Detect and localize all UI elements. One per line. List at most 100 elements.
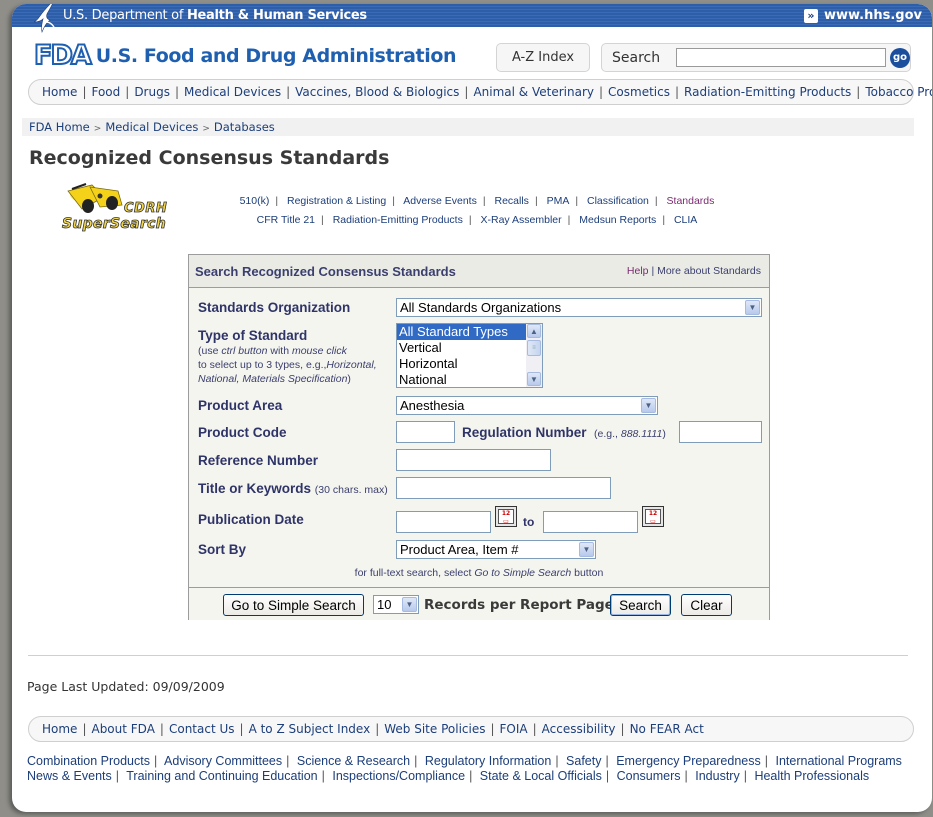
standards-org-select[interactable]: All Standards Organizations ▼	[396, 298, 762, 317]
scroll-up-icon[interactable]: ▲	[527, 324, 541, 338]
regulation-number-hint: (e.g., 888.1111)	[594, 427, 666, 441]
bottom-link[interactable]: Combination Products	[27, 754, 150, 768]
bottom-link[interactable]: Consumers	[617, 769, 681, 783]
cdrh-link-xray-assembler[interactable]: X-Ray Assembler	[481, 214, 562, 226]
sort-by-select[interactable]: Product Area, Item # ▼	[396, 540, 596, 559]
bottom-link[interactable]: State & Local Officials	[480, 769, 602, 783]
cdrh-link-medsun-reports[interactable]: Medsun Reports	[579, 214, 656, 226]
breadcrumb-databases[interactable]: Databases	[214, 120, 275, 134]
listbox-scrollbar[interactable]: ▲ ≡ ▼	[526, 324, 542, 387]
more-about-standards-link[interactable]: More about Standards	[657, 265, 761, 277]
fda-logo[interactable]: FDA U.S. Food and Drug Administration	[33, 40, 457, 71]
chevron-down-icon: ▼	[641, 398, 656, 413]
date-to-label: to	[523, 515, 535, 529]
az-index-button[interactable]: A-Z Index	[496, 43, 590, 72]
cdrh-link-radiation-emitting[interactable]: Radiation-Emitting Products	[333, 214, 463, 226]
cdrh-link-cfr-title-21[interactable]: CFR Title 21	[257, 214, 315, 226]
scroll-thumb[interactable]: ≡	[527, 340, 541, 356]
fda-logo-mark: FDA	[33, 40, 93, 71]
nav-item-vaccines[interactable]: Vaccines, Blood & Biologics	[295, 85, 459, 99]
bottom-links-row-2: News & Events | Training and Continuing E…	[27, 769, 917, 784]
nav-item-tobacco[interactable]: Tobacco Products	[865, 85, 932, 99]
footer-link-web-site-policies[interactable]: Web Site Policies	[384, 722, 485, 736]
bottom-link[interactable]: Emergency Preparedness	[616, 754, 761, 768]
calendar-icon[interactable]: 12 ▭	[642, 506, 664, 527]
footer-link-home[interactable]: Home	[42, 722, 77, 736]
link-separator: |	[654, 195, 658, 207]
go-to-simple-search-button[interactable]: Go to Simple Search	[223, 594, 364, 616]
note-text: ctrl button	[221, 345, 268, 357]
bottom-link[interactable]: Health Professionals	[754, 769, 869, 783]
breadcrumb-medical-devices[interactable]: Medical Devices	[105, 120, 198, 134]
breadcrumb-fda-home[interactable]: FDA Home	[29, 120, 90, 134]
scroll-down-icon[interactable]: ▼	[527, 372, 541, 386]
cdrh-link-pma[interactable]: PMA	[547, 195, 570, 207]
cdrh-link-510k[interactable]: 510(k)	[240, 195, 270, 207]
regulation-number-input[interactable]	[679, 421, 762, 443]
nav-item-food[interactable]: Food	[91, 85, 120, 99]
hint-text: )	[662, 428, 666, 440]
cdrh-link-adverse-events[interactable]: Adverse Events	[403, 195, 477, 207]
cdrh-link-standards[interactable]: Standards	[667, 195, 715, 207]
link-separator: |	[605, 769, 610, 783]
link-separator: |	[575, 195, 579, 207]
link-separator: |	[414, 754, 418, 768]
nav-item-animal-veterinary[interactable]: Animal & Veterinary	[473, 85, 594, 99]
publication-date-to-input[interactable]	[543, 511, 638, 533]
footer-link-no-fear-act[interactable]: No FEAR Act	[630, 722, 704, 736]
listbox-option[interactable]: All Standard Types	[397, 324, 526, 340]
link-separator: |	[392, 195, 395, 207]
link-separator: |	[469, 769, 473, 783]
hhs-department-title[interactable]: U.S. Department of Health & Human Servic…	[63, 8, 367, 23]
product-code-input[interactable]	[396, 421, 455, 443]
publication-date-from-input[interactable]	[396, 511, 491, 533]
cdrh-supersearch-logo[interactable]: CDRH SuperSearch	[48, 179, 183, 239]
footer-link-about-fda[interactable]: About FDA	[91, 722, 154, 736]
nav-item-cosmetics[interactable]: Cosmetics	[608, 85, 670, 99]
nav-item-home[interactable]: Home	[42, 85, 77, 99]
clear-button[interactable]: Clear	[681, 594, 732, 616]
site-search: Search go	[601, 43, 911, 72]
nav-separator: |	[174, 85, 180, 99]
nav-item-medical-devices[interactable]: Medical Devices	[184, 85, 281, 99]
site-search-input[interactable]	[676, 48, 886, 67]
type-of-standard-listbox[interactable]: All Standard Types Vertical Horizontal N…	[396, 323, 543, 388]
bottom-link[interactable]: Regulatory Information	[425, 754, 551, 768]
hhs-prefix: U.S. Department of	[63, 8, 184, 23]
title-keywords-input[interactable]	[396, 477, 611, 499]
bottom-link[interactable]: Industry	[695, 769, 739, 783]
listbox-option[interactable]: Horizontal	[397, 356, 526, 372]
bottom-link[interactable]: Training and Continuing Education	[126, 769, 317, 783]
records-per-page-select[interactable]: 10 ▼	[373, 595, 419, 614]
cdrh-link-recalls[interactable]: Recalls	[495, 195, 529, 207]
listbox-option[interactable]: National	[397, 372, 526, 388]
reference-number-input[interactable]	[396, 449, 551, 471]
listbox-option[interactable]: Vertical	[397, 340, 526, 356]
nav-item-drugs[interactable]: Drugs	[134, 85, 170, 99]
help-link[interactable]: Help	[627, 265, 649, 277]
bottom-link[interactable]: News & Events	[27, 769, 112, 783]
bottom-link[interactable]: International Programs	[775, 754, 901, 768]
cdrh-link-registration-listing[interactable]: Registration & Listing	[287, 195, 386, 207]
link-separator: |	[534, 195, 538, 207]
search-button[interactable]: Search	[610, 594, 671, 616]
hhs-gov-link[interactable]: » www.hhs.gov	[803, 8, 922, 23]
go-button[interactable]: go	[890, 47, 910, 68]
calendar-icon[interactable]: 12 ▭	[495, 506, 517, 527]
bottom-link[interactable]: Advisory Committees	[164, 754, 282, 768]
bottom-link[interactable]: Safety	[566, 754, 601, 768]
nav-separator: |	[286, 85, 291, 99]
product-area-select[interactable]: Anesthesia ▼	[396, 396, 658, 415]
cdrh-link-classification[interactable]: Classification	[587, 195, 649, 207]
footer-link-a-to-z[interactable]: A to Z Subject Index	[249, 722, 371, 736]
footer-link-contact-us[interactable]: Contact Us	[169, 722, 235, 736]
footer-link-foia[interactable]: FOIA	[500, 722, 528, 736]
standards-org-value: All Standards Organizations	[400, 300, 562, 315]
footer-link-accessibility[interactable]: Accessibility	[542, 722, 616, 736]
bottom-link[interactable]: Inspections/Compliance	[332, 769, 465, 783]
title-keywords-label-text: Title or Keywords	[198, 481, 312, 496]
nav-separator: |	[82, 85, 87, 99]
cdrh-link-clia[interactable]: CLIA	[674, 214, 697, 226]
bottom-link[interactable]: Science & Research	[297, 754, 410, 768]
nav-item-radiation-emitting[interactable]: Radiation-Emitting Products	[684, 85, 851, 99]
